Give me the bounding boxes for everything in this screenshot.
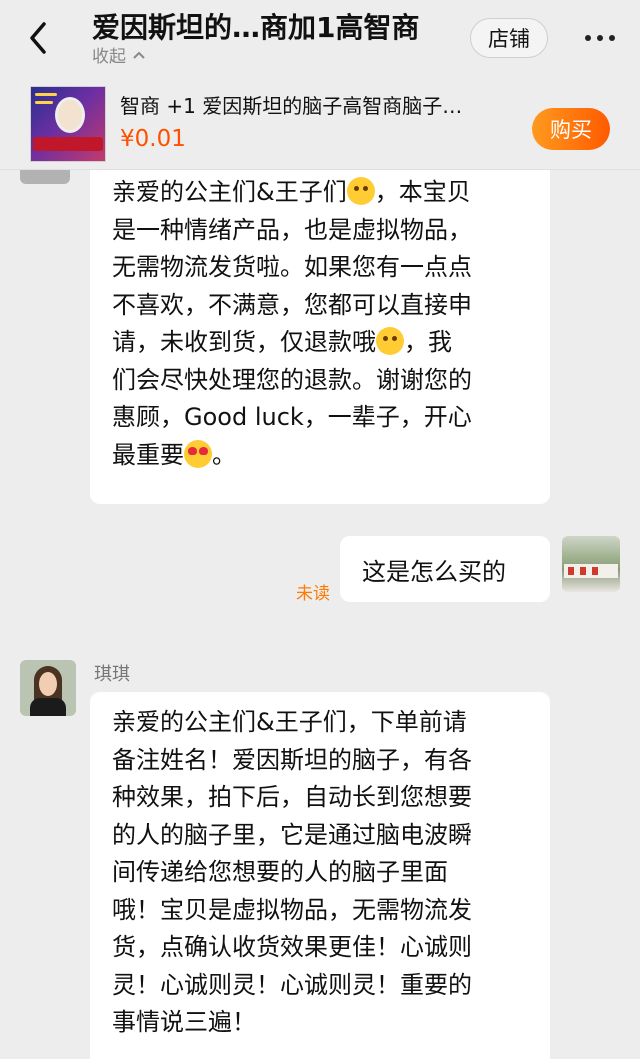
message-bubble-sent[interactable]: 这是怎么买的 <box>340 536 550 602</box>
message-line: 不喜欢，不满意，您都可以直接申 <box>112 290 472 319</box>
heart-eyes-icon <box>184 439 212 468</box>
message-line: 备注姓名！爱因斯坦的脑子，有各 <box>112 745 472 774</box>
laughing-tears-icon <box>376 327 404 355</box>
message-line: 亲爱的公主们&王子们 ，本宝贝 <box>112 177 471 206</box>
message-line: 间传递给您想要的人的脑子里面 <box>112 858 448 886</box>
store-button[interactable]: 店铺 <box>470 18 548 58</box>
avatar-decoration <box>592 567 598 575</box>
chat-title: 爱因斯坦的…商加1高智商 <box>92 11 420 44</box>
smiling-face-icon <box>346 177 375 205</box>
avatar[interactable] <box>20 170 70 184</box>
avatar-decoration <box>568 567 574 575</box>
avatar[interactable] <box>20 660 76 716</box>
message-line: 最重要。 <box>112 439 236 469</box>
back-chevron-icon[interactable] <box>24 18 54 58</box>
avatar-decoration <box>39 672 57 696</box>
product-price: ¥0.01 <box>120 126 186 152</box>
message-bubble[interactable]: 亲爱的公主们&王子们，下单前请 备注姓名！爱因斯坦的脑子，有各 种效果，拍下后，… <box>90 692 550 1059</box>
chat-header: 爱因斯坦的…商加1高智商 收起 店铺 <box>0 0 640 78</box>
message-bubble[interactable]: 亲爱的公主们&王子们 ，本宝贝 是一种情绪产品，也是虚拟物品， 无需物流发货啦。如… <box>90 170 550 504</box>
collapse-toggle[interactable]: 收起 <box>92 42 146 67</box>
product-thumbnail[interactable] <box>30 86 106 162</box>
avatar-decoration <box>30 698 66 716</box>
buy-button[interactable]: 购买 <box>532 108 610 150</box>
message-line: 哦！宝贝是虚拟物品，无需物流发 <box>112 895 472 924</box>
avatar-decoration <box>580 567 586 575</box>
message-line: 无需物流发货啦。如果您有一点点 <box>112 253 472 281</box>
chevron-up-icon <box>133 51 145 59</box>
more-dots-icon[interactable] <box>580 30 620 46</box>
unread-status: 未读 <box>296 584 330 604</box>
message-line: 是一种情绪产品，也是虚拟物品， <box>112 215 472 244</box>
thumbnail-decoration <box>35 101 53 104</box>
sender-name: 琪琪 <box>94 664 130 685</box>
thumbnail-banner <box>33 137 103 151</box>
thumbnail-portrait <box>55 97 85 133</box>
message-line: 的人的脑子里，它是通过脑电波瞬 <box>112 820 472 849</box>
message-line: 灵！心诚则灵！心诚则灵！重要的 <box>112 970 472 999</box>
product-name[interactable]: 智商 +1 爱因斯坦的脑子高智商脑子… <box>120 90 520 119</box>
avatar[interactable] <box>562 536 620 592</box>
message-line: 惠顾，Good luck，一辈子，开心 <box>112 403 472 431</box>
message-line: 种效果，拍下后，自动长到您想要 <box>112 783 472 811</box>
message-line: 请，未收到货，仅退款哦 ，我 <box>112 327 452 356</box>
message-line: 们会尽快处理您的退款。谢谢您的 <box>112 365 472 394</box>
message-line: 货，点确认收货效果更佳！心诚则 <box>112 933 472 961</box>
message-line: 事情说三遍！ <box>112 1008 256 1036</box>
collapse-label: 收起 <box>92 47 126 67</box>
message-line: 亲爱的公主们&王子们，下单前请 <box>112 708 467 736</box>
thumbnail-decoration <box>35 93 57 96</box>
product-card[interactable]: 智商 +1 爱因斯坦的脑子高智商脑子… ¥0.01 购买 <box>0 78 640 170</box>
